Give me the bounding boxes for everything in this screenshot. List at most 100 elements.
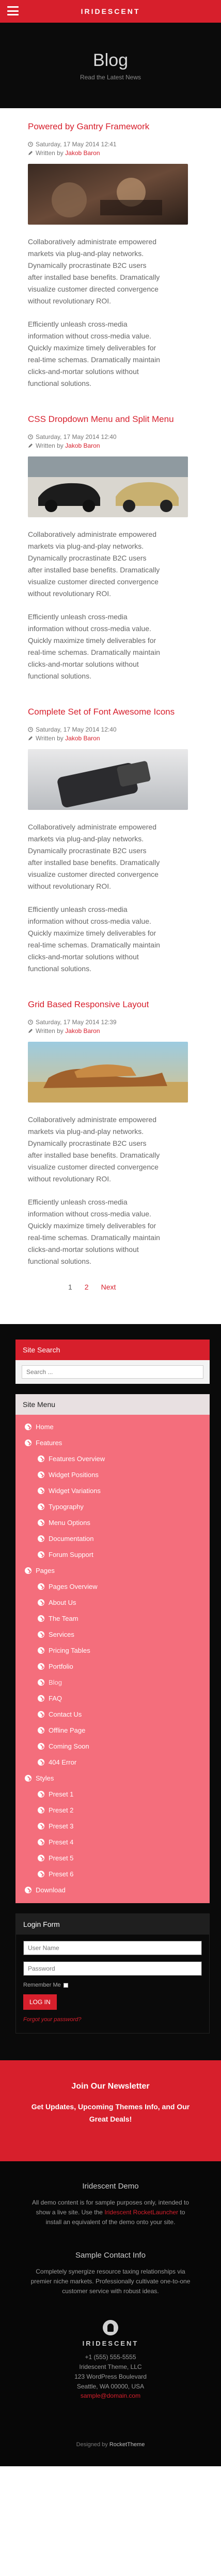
menu-item-coming-soon[interactable]: Coming Soon bbox=[25, 1738, 210, 1754]
menu-item-pricing-tables[interactable]: Pricing Tables bbox=[25, 1642, 210, 1658]
menu-item-preset-1[interactable]: Preset 1 bbox=[25, 1786, 210, 1802]
menu-item-preset-2[interactable]: Preset 2 bbox=[25, 1802, 210, 1818]
menu-item-contact-us[interactable]: Contact Us bbox=[25, 1706, 210, 1722]
menu-item-services[interactable]: Services bbox=[25, 1626, 210, 1642]
check-circle-icon bbox=[38, 1503, 44, 1510]
check-circle-icon bbox=[38, 1711, 44, 1718]
menu-item-about-us[interactable]: About Us bbox=[25, 1595, 210, 1611]
check-circle-icon bbox=[25, 1887, 31, 1893]
post-title-link[interactable]: Grid Based Responsive Layout bbox=[28, 998, 203, 1011]
menu-item-widget-positions[interactable]: Widget Positions bbox=[25, 1467, 210, 1483]
check-circle-icon bbox=[38, 1535, 44, 1542]
footer-city: Seattle, WA 00000, USA bbox=[76, 2383, 145, 2390]
menu-item-faq[interactable]: FAQ bbox=[25, 1690, 210, 1706]
menu-item-blog[interactable]: Blog bbox=[25, 1674, 210, 1690]
author-link[interactable]: Jakob Baron bbox=[65, 442, 100, 449]
page-2-link[interactable]: 2 bbox=[85, 1283, 89, 1291]
username-field[interactable] bbox=[23, 1941, 202, 1955]
author-link[interactable]: Jakob Baron bbox=[65, 149, 100, 157]
login-button[interactable]: LOG IN bbox=[23, 1994, 57, 2010]
menu-item-menu-options[interactable]: Menu Options bbox=[25, 1515, 210, 1531]
login-form: Remember Me LOG IN Forgot your password? bbox=[16, 1935, 209, 2023]
iridescent-logo-icon bbox=[103, 2320, 118, 2335]
footer-demo-text: All demo content is for sample purposes … bbox=[32, 2199, 189, 2226]
page-subtitle: Read the Latest News bbox=[80, 73, 141, 81]
footer: Iridescent Demo All demo content is for … bbox=[0, 2161, 221, 2466]
post-author: Written by Jakob Baron bbox=[28, 734, 203, 743]
post-title-link[interactable]: Powered by Gantry Framework bbox=[28, 121, 203, 133]
post-image[interactable] bbox=[28, 1042, 188, 1103]
menu-item-typography[interactable]: Typography bbox=[25, 1499, 210, 1515]
menu-item-preset-4[interactable]: Preset 4 bbox=[25, 1834, 210, 1850]
menu-item-pages-overview[interactable]: Pages Overview bbox=[25, 1579, 210, 1595]
menu-item-404-error[interactable]: 404 Error bbox=[25, 1754, 210, 1770]
menu-item-portfolio[interactable]: Portfolio bbox=[25, 1658, 210, 1674]
footer-demo-title: Iridescent Demo bbox=[82, 2182, 139, 2191]
site-menu-list: Home Features Features Overview Widget P… bbox=[15, 1415, 210, 1903]
menu-item-widget-variations[interactable]: Widget Variations bbox=[25, 1483, 210, 1499]
post-excerpt: Efficiently unleash cross-media informat… bbox=[28, 905, 160, 973]
clock-icon bbox=[28, 142, 33, 147]
check-circle-icon bbox=[38, 1455, 44, 1462]
rockettheme-link[interactable]: RocketTheme bbox=[109, 2442, 145, 2448]
author-link[interactable]: Jakob Baron bbox=[65, 1027, 100, 1035]
menu-item-preset-5[interactable]: Preset 5 bbox=[25, 1850, 210, 1866]
check-circle-icon bbox=[38, 1791, 44, 1798]
menu-item-features[interactable]: Features bbox=[25, 1435, 210, 1451]
copyright: Designed by RocketTheme bbox=[76, 2442, 145, 2448]
post-image[interactable] bbox=[28, 749, 188, 810]
menu-item-forum-support[interactable]: Forum Support bbox=[25, 1547, 210, 1563]
footer-email-link[interactable]: sample@domain.com bbox=[81, 2392, 140, 2399]
menu-item-documentation[interactable]: Documentation bbox=[25, 1531, 210, 1547]
menu-item-preset-6[interactable]: Preset 6 bbox=[25, 1866, 210, 1882]
blog-content: Powered by Gantry Framework Saturday, 17… bbox=[0, 108, 221, 1324]
pencil-icon bbox=[28, 151, 33, 155]
footer-demo-block: Iridescent Demo All demo content is for … bbox=[0, 2182, 221, 2227]
rocketlauncher-link[interactable]: Iridescent RocketLauncher bbox=[104, 2209, 178, 2216]
page-1-link[interactable]: 1 bbox=[68, 1283, 72, 1291]
pencil-icon bbox=[28, 444, 33, 448]
post-title-link[interactable]: CSS Dropdown Menu and Split Menu bbox=[28, 413, 203, 426]
post-date: Saturday, 17 May 2014 12:40 bbox=[28, 433, 203, 442]
forgot-password-link[interactable]: Forgot your password? bbox=[23, 2016, 82, 2023]
check-circle-icon bbox=[38, 1871, 44, 1877]
password-field[interactable] bbox=[23, 1961, 202, 1976]
post-date: Saturday, 17 May 2014 12:40 bbox=[28, 725, 203, 734]
hamburger-menu-icon[interactable] bbox=[7, 6, 19, 15]
menu-item-offline-page[interactable]: Offline Page bbox=[25, 1722, 210, 1738]
check-circle-icon bbox=[38, 1471, 44, 1478]
check-circle-icon bbox=[38, 1599, 44, 1606]
menu-item-download[interactable]: Download bbox=[25, 1882, 210, 1898]
clock-icon bbox=[28, 727, 33, 732]
remember-me[interactable]: Remember Me bbox=[23, 1982, 202, 1988]
search-input[interactable] bbox=[22, 1365, 203, 1379]
post-image[interactable] bbox=[28, 456, 188, 517]
next-page-link[interactable]: Next bbox=[101, 1283, 116, 1291]
check-circle-icon bbox=[25, 1567, 31, 1574]
remember-checkbox[interactable] bbox=[63, 1982, 68, 1988]
site-menu-title: Site Menu bbox=[15, 1394, 210, 1415]
post-excerpt: Collaboratively administrate empowered m… bbox=[28, 1115, 160, 1183]
site-logo[interactable]: IRIDESCENT bbox=[81, 7, 140, 15]
login-widget: Login Form Remember Me LOG IN Forgot you… bbox=[15, 1913, 210, 2033]
post-title-link[interactable]: Complete Set of Font Awesome Icons bbox=[28, 706, 203, 718]
post-excerpt: Collaboratively administrate empowered m… bbox=[28, 823, 160, 890]
menu-item-features-overview[interactable]: Features Overview bbox=[25, 1451, 210, 1467]
menu-item-the-team[interactable]: The Team bbox=[25, 1611, 210, 1626]
menu-item-home[interactable]: Home bbox=[25, 1419, 210, 1435]
check-circle-icon bbox=[38, 1487, 44, 1494]
check-circle-icon bbox=[25, 1439, 31, 1446]
post-image[interactable] bbox=[28, 164, 188, 225]
check-circle-icon bbox=[25, 1775, 31, 1782]
menu-item-preset-3[interactable]: Preset 3 bbox=[25, 1818, 210, 1834]
check-circle-icon bbox=[38, 1583, 44, 1590]
post-excerpt: Efficiently unleash cross-media informat… bbox=[28, 320, 160, 387]
author-link[interactable]: Jakob Baron bbox=[65, 735, 100, 742]
post-author: Written by Jakob Baron bbox=[28, 442, 203, 450]
menu-item-styles[interactable]: Styles bbox=[25, 1770, 210, 1786]
menu-item-pages[interactable]: Pages bbox=[25, 1563, 210, 1579]
check-circle-icon bbox=[38, 1551, 44, 1558]
check-circle-icon bbox=[38, 1855, 44, 1861]
footer-contact-title: Sample Contact Info bbox=[75, 2251, 146, 2260]
post-image-graphic bbox=[28, 164, 188, 225]
